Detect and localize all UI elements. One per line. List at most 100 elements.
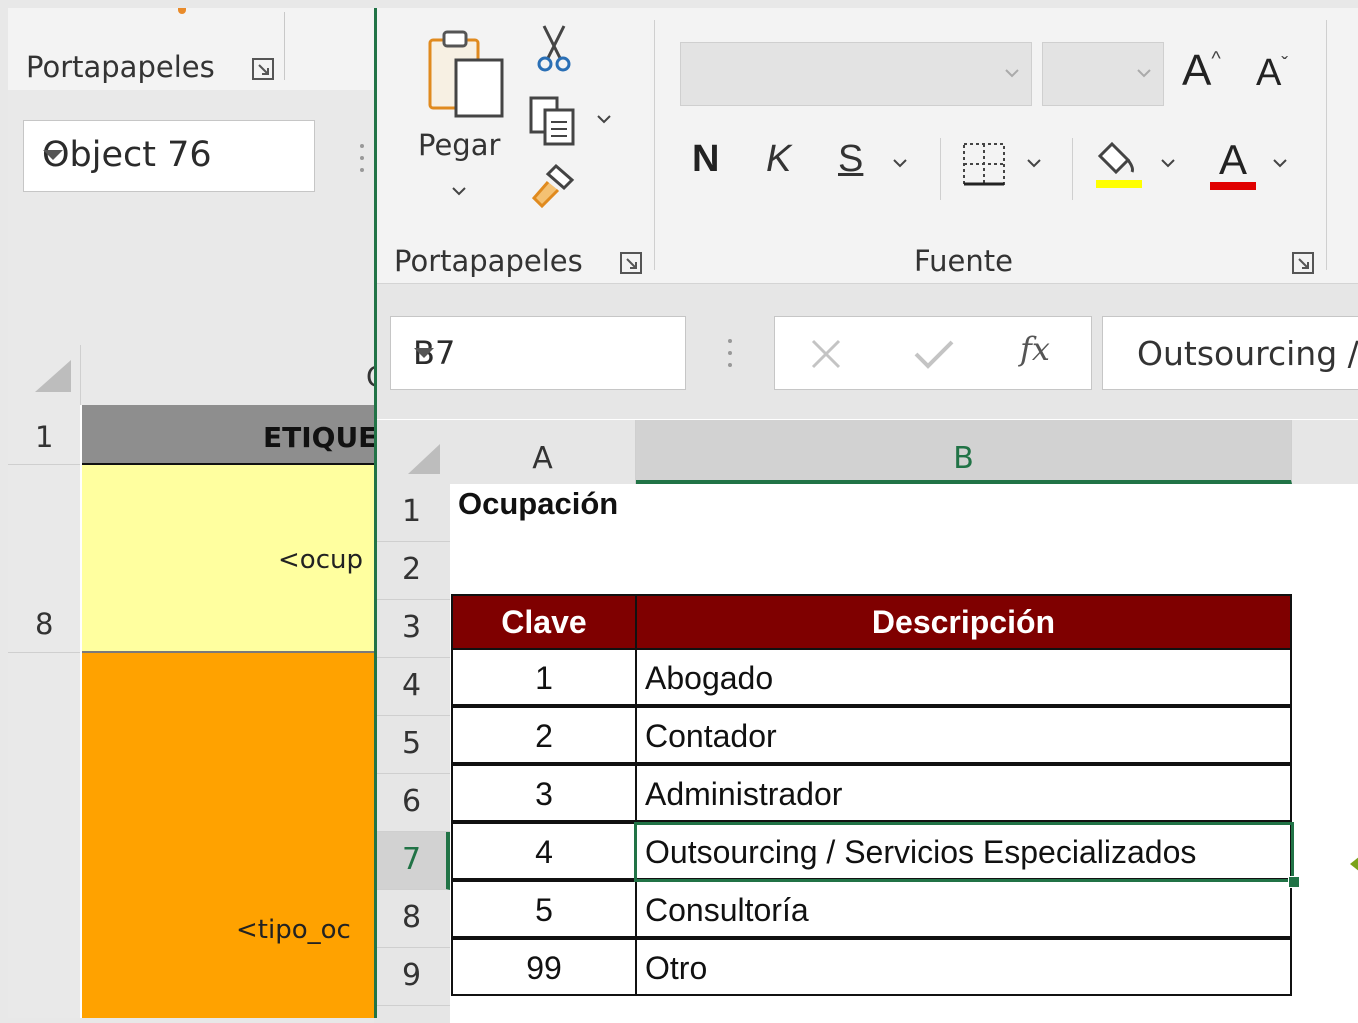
background-excel-window: Portapapeles Object 76 O 1 ETIQUE 8 <ocu… [8, 8, 388, 1018]
table-cell-descripcion[interactable]: Administrador [635, 764, 1292, 822]
ribbon-separator [940, 138, 941, 200]
enter-check-icon[interactable] [914, 338, 954, 370]
row-header[interactable] [8, 653, 80, 1018]
format-painter-icon[interactable] [530, 160, 580, 210]
chevron-down-icon[interactable] [1272, 158, 1288, 168]
chevron-down-icon[interactable] [1160, 158, 1176, 168]
font-name-combobox[interactable] [680, 42, 1032, 106]
ribbon-separator [1326, 20, 1327, 270]
chevron-down-icon[interactable] [1026, 158, 1042, 168]
row-number: 4 [402, 668, 422, 703]
error-indicator-icon[interactable] [1350, 856, 1358, 872]
background-yellow-cell[interactable]: <ocup [82, 465, 388, 653]
vertical-dots-icon [360, 143, 364, 173]
table-cell-clave[interactable]: 1 [451, 648, 637, 706]
row-number: 9 [402, 958, 422, 993]
row-number: 2 [402, 552, 422, 587]
copy-icon[interactable] [529, 96, 577, 146]
insert-function-button[interactable]: fx [1020, 330, 1050, 368]
chevron-down-icon[interactable] [892, 158, 908, 168]
column-header-b[interactable]: B [636, 420, 1292, 484]
chevron-down-icon[interactable] [1004, 68, 1020, 78]
cell-text: <tipo_oc [236, 915, 351, 945]
underline-button[interactable]: S [838, 138, 863, 181]
paste-icon[interactable] [426, 28, 508, 120]
row-number: 1 [402, 494, 422, 529]
table-cell-descripcion[interactable]: Abogado [635, 648, 1292, 706]
row-header-9[interactable]: 9 [374, 948, 450, 1006]
ribbon-separator [284, 12, 285, 80]
table-header-clave[interactable]: Clave [451, 594, 637, 650]
shrink-font-button[interactable]: Aˇ [1256, 52, 1288, 95]
name-box[interactable]: B7 [390, 316, 686, 390]
select-all-corner-icon[interactable] [374, 420, 450, 484]
background-orange-cell[interactable]: <tipo_oc [82, 653, 388, 1018]
paste-button[interactable]: Pegar [418, 128, 500, 162]
header-divider [80, 345, 81, 405]
occupation-table: Clave Descripción 1 Abogado 2 Contador 3… [451, 594, 1292, 1002]
row-header-3[interactable]: 3 [374, 600, 450, 658]
sheet-title-cell[interactable]: Ocupación [458, 486, 618, 522]
background-row: 1 ETIQUE [8, 405, 388, 465]
background-name-box[interactable]: Object 76 [23, 120, 315, 192]
row-header[interactable]: 8 [8, 465, 80, 653]
fill-handle[interactable] [1288, 876, 1300, 888]
ribbon-separator [1072, 138, 1073, 200]
background-paste-icon-fragment [178, 8, 186, 14]
table-header-descripcion[interactable]: Descripción [635, 594, 1292, 650]
table-cell-descripcion[interactable]: Otro [635, 938, 1292, 996]
row-header-filler [374, 1006, 450, 1023]
row-number: 8 [402, 900, 422, 935]
row-header-6[interactable]: 6 [374, 774, 450, 832]
row-header-5[interactable]: 5 [374, 716, 450, 774]
font-group-label: Fuente [914, 244, 1013, 278]
caret-up-icon: ^ [1211, 48, 1221, 70]
dialog-launcher-icon[interactable] [1292, 252, 1314, 274]
table-cell-clave[interactable]: 4 [451, 822, 637, 880]
formula-input[interactable]: Outsourcing / Servicios Especializados [1102, 316, 1358, 390]
table-cell-clave[interactable]: 3 [451, 764, 637, 822]
row-header-1[interactable]: 1 [374, 484, 450, 542]
select-all-corner-icon[interactable] [33, 358, 73, 394]
chevron-down-icon[interactable] [413, 347, 667, 359]
table-cell-descripcion[interactable]: Contador [635, 706, 1292, 764]
table-cell-clave[interactable]: 99 [451, 938, 637, 996]
column-header-a[interactable]: A [450, 420, 636, 484]
row-number: 7 [402, 842, 422, 877]
row-header-7[interactable]: 7 [374, 832, 450, 890]
clipboard-group-label: Portapapeles [394, 244, 583, 278]
bold-button[interactable]: N [692, 138, 719, 181]
dialog-launcher-icon[interactable] [252, 58, 274, 80]
cell-text: ETIQUE [263, 421, 378, 454]
vertical-dots-icon[interactable] [728, 338, 732, 368]
row-header-4[interactable]: 4 [374, 658, 450, 716]
chevron-down-icon[interactable] [42, 149, 296, 161]
font-color-icon[interactable]: A [1208, 136, 1258, 192]
window-edge [374, 8, 377, 1018]
table-cell-clave[interactable]: 2 [451, 706, 637, 764]
row-number: 3 [402, 610, 422, 645]
column-header-filler [1292, 420, 1358, 484]
cut-scissors-icon[interactable] [536, 24, 572, 74]
borders-icon[interactable] [962, 142, 1006, 186]
cancel-x-icon[interactable] [810, 338, 842, 370]
grow-font-button[interactable]: A^ [1182, 46, 1221, 96]
background-header-cell[interactable]: ETIQUE [82, 405, 388, 465]
background-row: <tipo_oc [8, 653, 388, 1018]
caret-down-icon: ˇ [1281, 54, 1289, 76]
active-cell-selection [634, 822, 1294, 882]
row-header-2[interactable]: 2 [374, 542, 450, 600]
chevron-down-icon[interactable] [451, 186, 467, 196]
italic-button[interactable]: K [766, 138, 791, 181]
table-cell-descripcion[interactable]: Consultoría [635, 880, 1292, 938]
chevron-down-icon[interactable] [596, 114, 612, 124]
fill-color-bucket-icon[interactable] [1094, 138, 1144, 190]
dialog-launcher-icon[interactable] [620, 252, 642, 274]
row-header-8[interactable]: 8 [374, 890, 450, 948]
row-header[interactable]: 1 [8, 405, 80, 465]
chevron-down-icon[interactable] [1136, 68, 1152, 78]
background-group-label: Portapapeles [26, 50, 215, 84]
row-number: 6 [402, 784, 422, 819]
ribbon-separator [654, 20, 655, 270]
table-cell-clave[interactable]: 5 [451, 880, 637, 938]
